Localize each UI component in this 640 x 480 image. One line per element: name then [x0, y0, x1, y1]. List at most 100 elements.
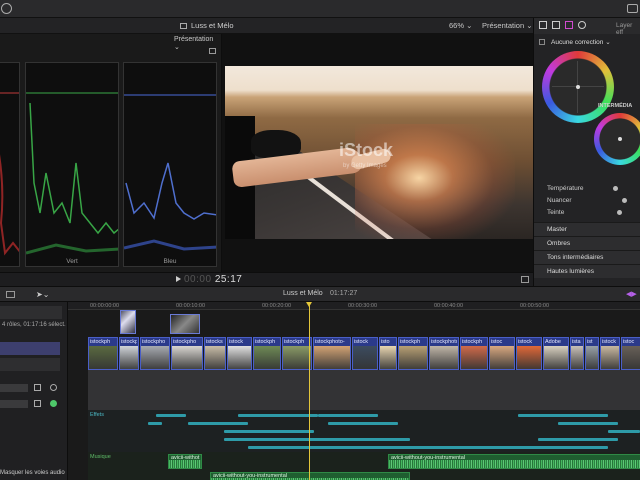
timecode-display[interactable]: 00:00 25:17: [184, 274, 242, 285]
ruler-tick: 00:00:30:00: [348, 303, 378, 309]
primary-storyline[interactable]: istockph istockph istockpho istockpho istock…: [88, 337, 640, 370]
role-toggle[interactable]: [50, 400, 57, 407]
video-frame[interactable]: iStock by Getty Images: [225, 66, 533, 239]
layer-label: Layer eff: [616, 22, 633, 36]
index-search[interactable]: [0, 306, 62, 319]
correction-checkbox[interactable]: [539, 39, 545, 45]
lanes-icon[interactable]: [34, 400, 41, 407]
effect-clip[interactable]: [248, 446, 608, 449]
effect-clip[interactable]: [224, 430, 314, 433]
music-lane: Musique avicii-withot avicii-without-you…: [88, 452, 640, 480]
master-color-wheel[interactable]: [542, 51, 614, 123]
hide-audio-lanes-button[interactable]: Masquer les voies audio: [0, 470, 65, 476]
effect-clip[interactable]: [224, 438, 410, 441]
correction-label: Aucune correction: [551, 39, 604, 46]
video-viewer[interactable]: iStock by Getty Images: [222, 34, 533, 272]
storyline-clip[interactable]: istockph: [253, 337, 281, 370]
layout-icon[interactable]: [627, 4, 638, 13]
storyline-clip[interactable]: istockph: [282, 337, 312, 370]
role-effects[interactable]: [0, 382, 68, 393]
scope-settings-icon[interactable]: [209, 48, 216, 54]
clip-thumbnail: [314, 346, 350, 369]
audio-meter-icon[interactable]: ◀▶: [626, 290, 637, 298]
role-titles-bar[interactable]: [0, 358, 60, 371]
watermark: iStock: [339, 140, 394, 160]
storyline-clip[interactable]: ist: [585, 337, 599, 370]
storyline-clip[interactable]: istockpho: [140, 337, 170, 370]
slider-knob[interactable]: [613, 186, 618, 191]
tint-slider[interactable]: Nuancer: [534, 196, 640, 207]
effect-clip[interactable]: [608, 430, 640, 433]
effect-clip[interactable]: [518, 414, 608, 417]
audio-clip[interactable]: avicii-without-you-instrumental: [210, 472, 410, 480]
correction-menu[interactable]: Aucune correction ⌄: [551, 38, 611, 46]
audio-clip[interactable]: avicii-without-you-instrumental: [388, 454, 640, 469]
title-inspector-icon[interactable]: [539, 21, 547, 29]
section-highlights[interactable]: Hautes lumières: [534, 264, 640, 278]
storyline-clip[interactable]: istock: [352, 337, 378, 370]
role-swatch: [0, 400, 28, 408]
film-icon: [180, 23, 187, 29]
effect-clip[interactable]: [156, 414, 186, 417]
color-inspector: Layer eff Aucune correction ⌄ INTERMÉDIA…: [533, 18, 640, 286]
fullscreen-icon[interactable]: [521, 276, 529, 283]
storyline-clip[interactable]: istock: [227, 337, 252, 370]
temperature-label: Température: [547, 185, 584, 192]
color-inspector-icon[interactable]: [565, 21, 573, 29]
clip-appearance-icon[interactable]: [6, 291, 15, 298]
effect-clip[interactable]: [328, 422, 398, 425]
playhead[interactable]: [306, 302, 312, 480]
effect-clip[interactable]: [558, 422, 618, 425]
play-icon[interactable]: [176, 276, 181, 282]
lanes-icon[interactable]: [34, 384, 41, 391]
storyline-clip[interactable]: istoc: [621, 337, 640, 370]
viewer-presentation-menu[interactable]: Présentation ⌄: [482, 21, 533, 30]
info-icon[interactable]: [578, 21, 586, 29]
slider-knob[interactable]: [621, 198, 627, 203]
section-shadows[interactable]: Ombres: [534, 236, 640, 250]
storyline-clip[interactable]: istockphoto: [429, 337, 459, 370]
effect-clip[interactable]: [148, 422, 162, 425]
audio-clip[interactable]: avicii-withot: [168, 454, 202, 469]
temperature-slider[interactable]: Température: [534, 184, 640, 195]
select-tool-icon[interactable]: ➤⌄: [36, 290, 49, 299]
role-music[interactable]: [0, 398, 68, 409]
storyline-clip[interactable]: istockph: [119, 337, 139, 370]
storyline-clip[interactable]: istoc: [489, 337, 515, 370]
zoom-menu[interactable]: 66% ⌄: [449, 21, 472, 30]
timeline[interactable]: 00:00:00:00 00:00:10:00 00:00:20:00 00:0…: [68, 302, 640, 480]
role-video-bar[interactable]: [0, 342, 60, 355]
effect-clip[interactable]: [538, 438, 618, 441]
storyline-clip[interactable]: istockph: [88, 337, 118, 370]
effect-clip[interactable]: [318, 414, 378, 417]
midtones-color-wheel[interactable]: [594, 113, 640, 165]
wheel-puck[interactable]: [618, 137, 622, 141]
storyline-clip[interactable]: istockphoto-: [313, 337, 351, 370]
storyline-clip[interactable]: isto: [379, 337, 397, 370]
storyline-clip[interactable]: istockpho: [171, 337, 203, 370]
section-master[interactable]: Master: [534, 222, 640, 236]
slider-knob[interactable]: [617, 210, 623, 215]
clip-thumbnail: [283, 346, 311, 369]
storyline-clip[interactable]: istocks: [204, 337, 226, 370]
storyline-clip[interactable]: istockph: [398, 337, 428, 370]
correction-row[interactable]: Aucune correction ⌄: [534, 36, 640, 48]
section-midtones[interactable]: Tons intermédiaires: [534, 250, 640, 264]
hue-slider[interactable]: Teinte: [534, 208, 640, 219]
wheel-puck[interactable]: [576, 85, 580, 89]
clip-thumbnail: [544, 346, 568, 369]
timeline-ruler[interactable]: 00:00:00:00 00:00:10:00 00:00:20:00 00:0…: [68, 302, 640, 310]
connected-clip[interactable]: [170, 314, 200, 334]
check-icon[interactable]: [1, 3, 12, 14]
storyline-clip[interactable]: istockph: [460, 337, 488, 370]
connected-clip[interactable]: [120, 310, 136, 334]
storyline-clip[interactable]: istock: [516, 337, 542, 370]
effect-clip[interactable]: [238, 414, 318, 417]
video-inspector-icon[interactable]: [552, 21, 560, 29]
effect-clip[interactable]: [188, 422, 248, 425]
storyline-clip[interactable]: istock: [600, 337, 620, 370]
role-swatch: [0, 384, 28, 392]
storyline-clip[interactable]: ista: [570, 337, 584, 370]
storyline-clip[interactable]: Adobe: [543, 337, 569, 370]
role-toggle[interactable]: [50, 384, 57, 391]
